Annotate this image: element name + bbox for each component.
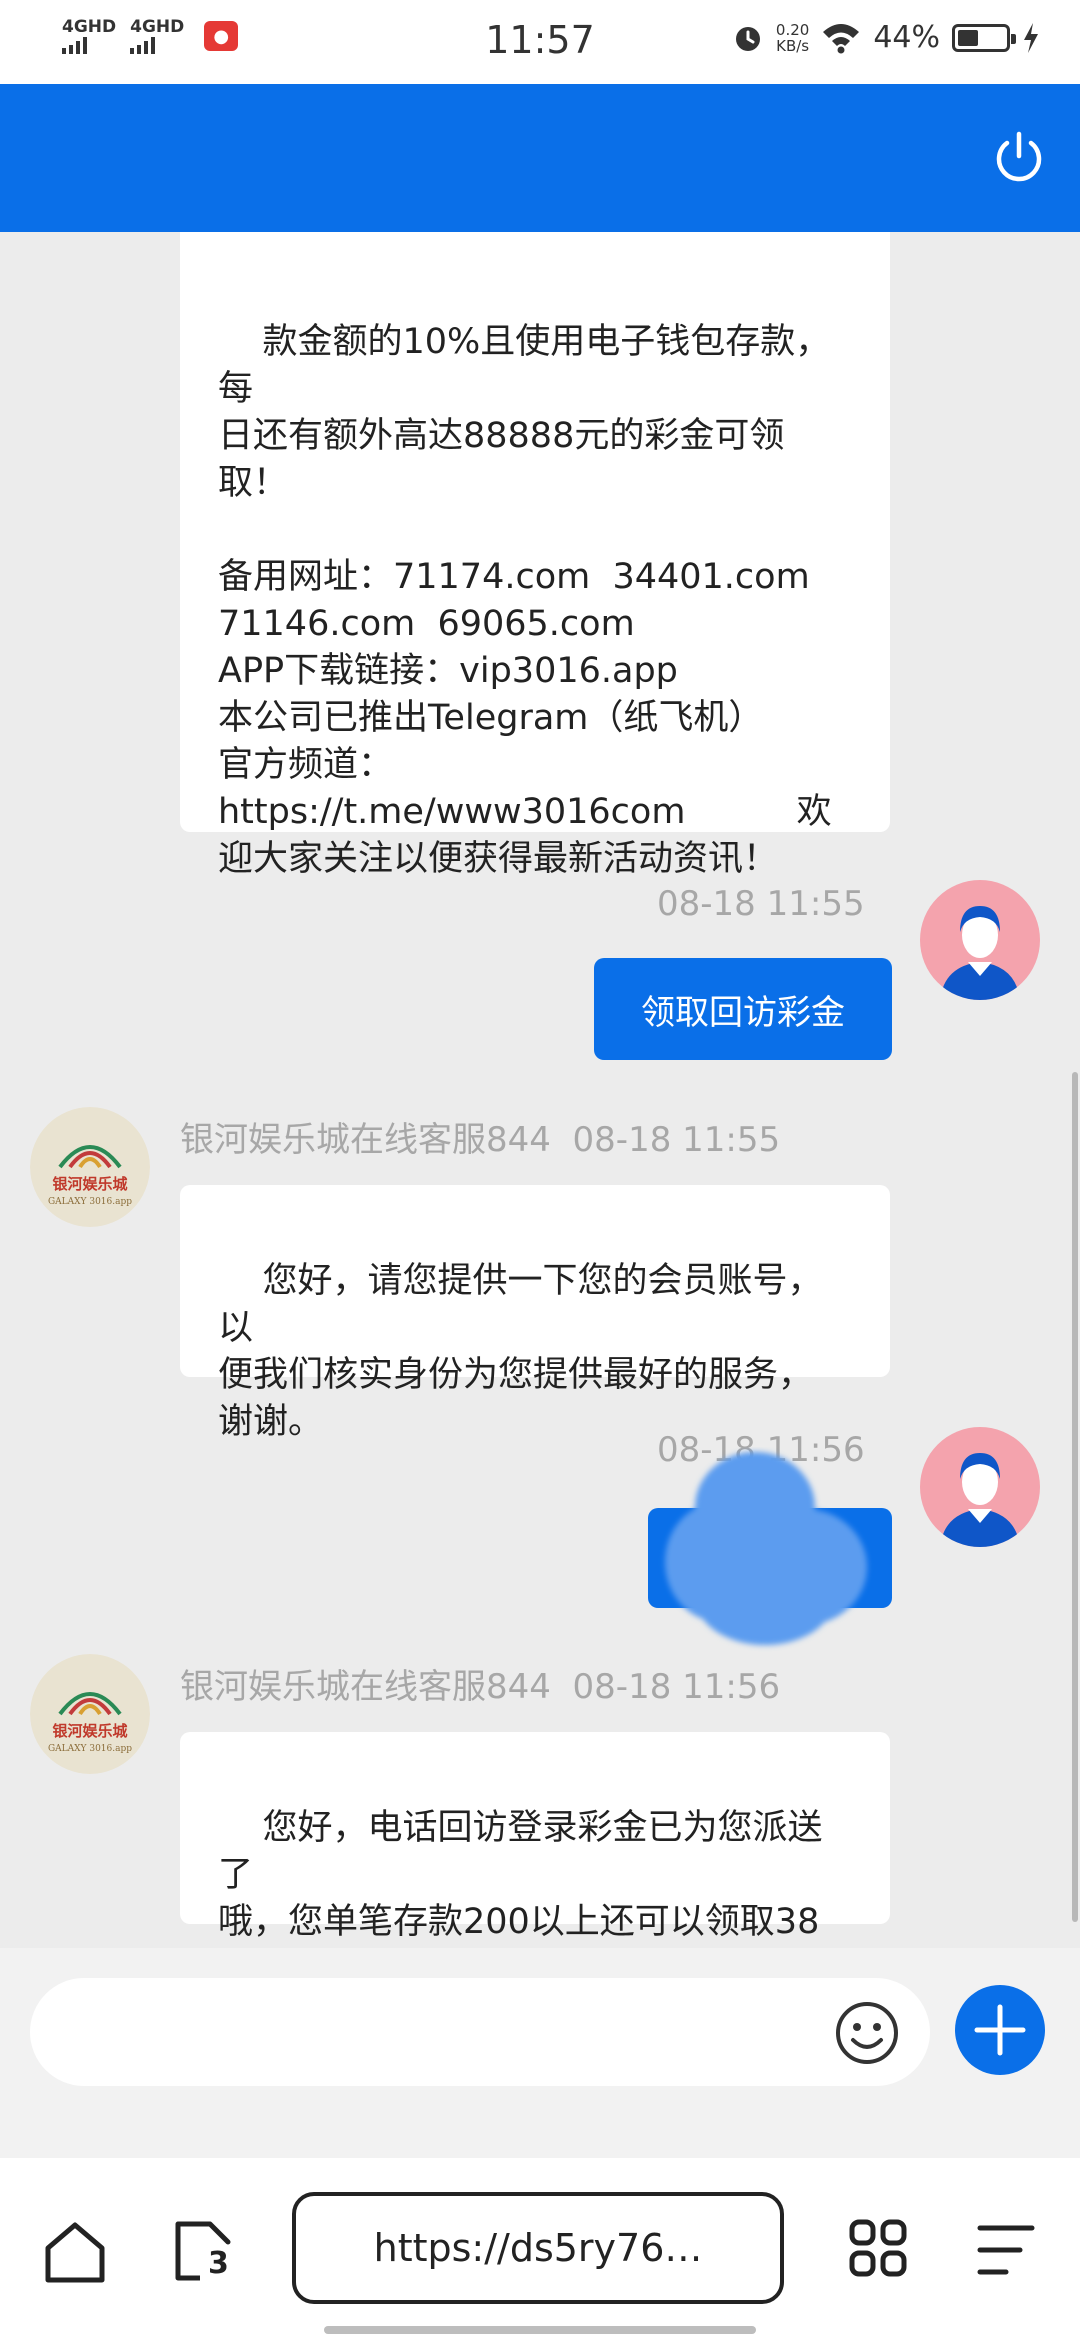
message-bubble-incoming: 您好，请您提供一下您的会员账号，以 便我们核实身份为您提供最好的服务， 谢谢。: [180, 1185, 890, 1442]
charging-icon: [1024, 22, 1038, 53]
status-right: 0.20 KB/s 44%: [732, 20, 1040, 55]
redaction-blur: [665, 1452, 867, 1645]
message-text: 款金额的10%且使用电子钱包存款，每 日还有额外高达88888元的彩金可领 取！…: [218, 322, 832, 879]
add-attachment-button[interactable]: [955, 1985, 1045, 2075]
message-timestamp: 08-18 11:55: [657, 884, 865, 924]
network-speed: 0.20 KB/s: [776, 22, 809, 54]
battery-percent: 44%: [873, 20, 940, 55]
message-meta: 银河娱乐城在线客服844 08-18 11:56: [180, 1659, 780, 1708]
agent-avatar: 银河娱乐城 GALAXY 3016.app: [30, 1654, 150, 1774]
agent-logo-subtext: GALAXY 3016.app: [48, 1744, 132, 1754]
wifi-icon: [823, 23, 860, 53]
agent-logo-text: 银河娱乐城: [52, 1175, 127, 1193]
message-text: 领取回访彩金: [641, 992, 845, 1033]
battery-icon: [952, 23, 1016, 52]
alarm-icon: [735, 26, 760, 51]
plus-icon: [974, 2004, 1026, 2056]
home-indicator[interactable]: [324, 2326, 756, 2334]
emoji-icon[interactable]: [834, 2000, 900, 2066]
menu-icon[interactable]: [976, 2222, 1036, 2278]
chat-list[interactable]: 款金额的10%且使用电子钱包存款，每 日还有额外高达88888元的彩金可领 取！…: [0, 232, 1080, 1948]
agent-avatar: 银河娱乐城 GALAXY 3016.app: [30, 1107, 150, 1227]
apps-grid-icon[interactable]: [848, 2218, 908, 2278]
user-avatar: [920, 1427, 1040, 1547]
url-text: https://ds5ry76…: [373, 2226, 703, 2270]
status-bar: 4GHD 4GHD ● 11:57 0.20 KB/s 44%: [0, 0, 1080, 84]
sender-name: 银河娱乐城在线客服844: [180, 1667, 551, 1707]
agent-logo-icon: 银河娱乐城 GALAXY 3016.app: [30, 1654, 150, 1774]
tabs-button[interactable]: 3: [170, 2216, 236, 2286]
power-icon[interactable]: [988, 126, 1050, 188]
browser-toolbar: 3 https://ds5ry76…: [0, 2158, 1080, 2340]
message-timestamp: 08-18 11:56: [572, 1667, 781, 1707]
agent-logo-subtext: GALAXY 3016.app: [48, 1197, 132, 1207]
agent-logo-text: 银河娱乐城: [52, 1722, 127, 1740]
message-text: 您好，电话回访登录彩金已为您派送了 哦，您单笔存款200以上还可以领取38 回访…: [218, 1808, 823, 1942]
home-icon[interactable]: [42, 2220, 108, 2284]
net-speed-value: 0.20: [775, 20, 810, 39]
user-avatar: [920, 880, 1040, 1000]
message-bubble-incoming: 您好，电话回访登录彩金已为您派送了 哦，您单笔存款200以上还可以领取38 回访…: [180, 1732, 890, 1942]
message-input[interactable]: [30, 1978, 930, 2086]
message-text: 您好，请您提供一下您的会员账号，以 便我们核实身份为您提供最好的服务， 谢谢。: [218, 1261, 823, 1442]
user-avatar-icon: [920, 880, 1040, 1000]
message-timestamp: 08-18 11:55: [572, 1120, 781, 1160]
net-speed-unit: KB/s: [776, 36, 810, 55]
message-meta: 银河娱乐城在线客服844 08-18 11:55: [180, 1112, 780, 1161]
message-bubble-outgoing: 领取回访彩金: [594, 958, 892, 1060]
battery-fill: [958, 29, 978, 46]
message-bubble-incoming: 款金额的10%且使用电子钱包存款，每 日还有额外高达88888元的彩金可领 取！…: [180, 232, 890, 879]
chat-scrollbar[interactable]: [1072, 1072, 1078, 1922]
address-bar[interactable]: https://ds5ry76…: [292, 2192, 784, 2304]
agent-logo-icon: 银河娱乐城 GALAXY 3016.app: [30, 1107, 150, 1227]
message-input-bar: [0, 1948, 1080, 2158]
sender-name: 银河娱乐城在线客服844: [180, 1120, 551, 1160]
tab-count: 3: [208, 2246, 229, 2281]
app-header: [0, 84, 1080, 232]
user-avatar-icon: [920, 1427, 1040, 1547]
